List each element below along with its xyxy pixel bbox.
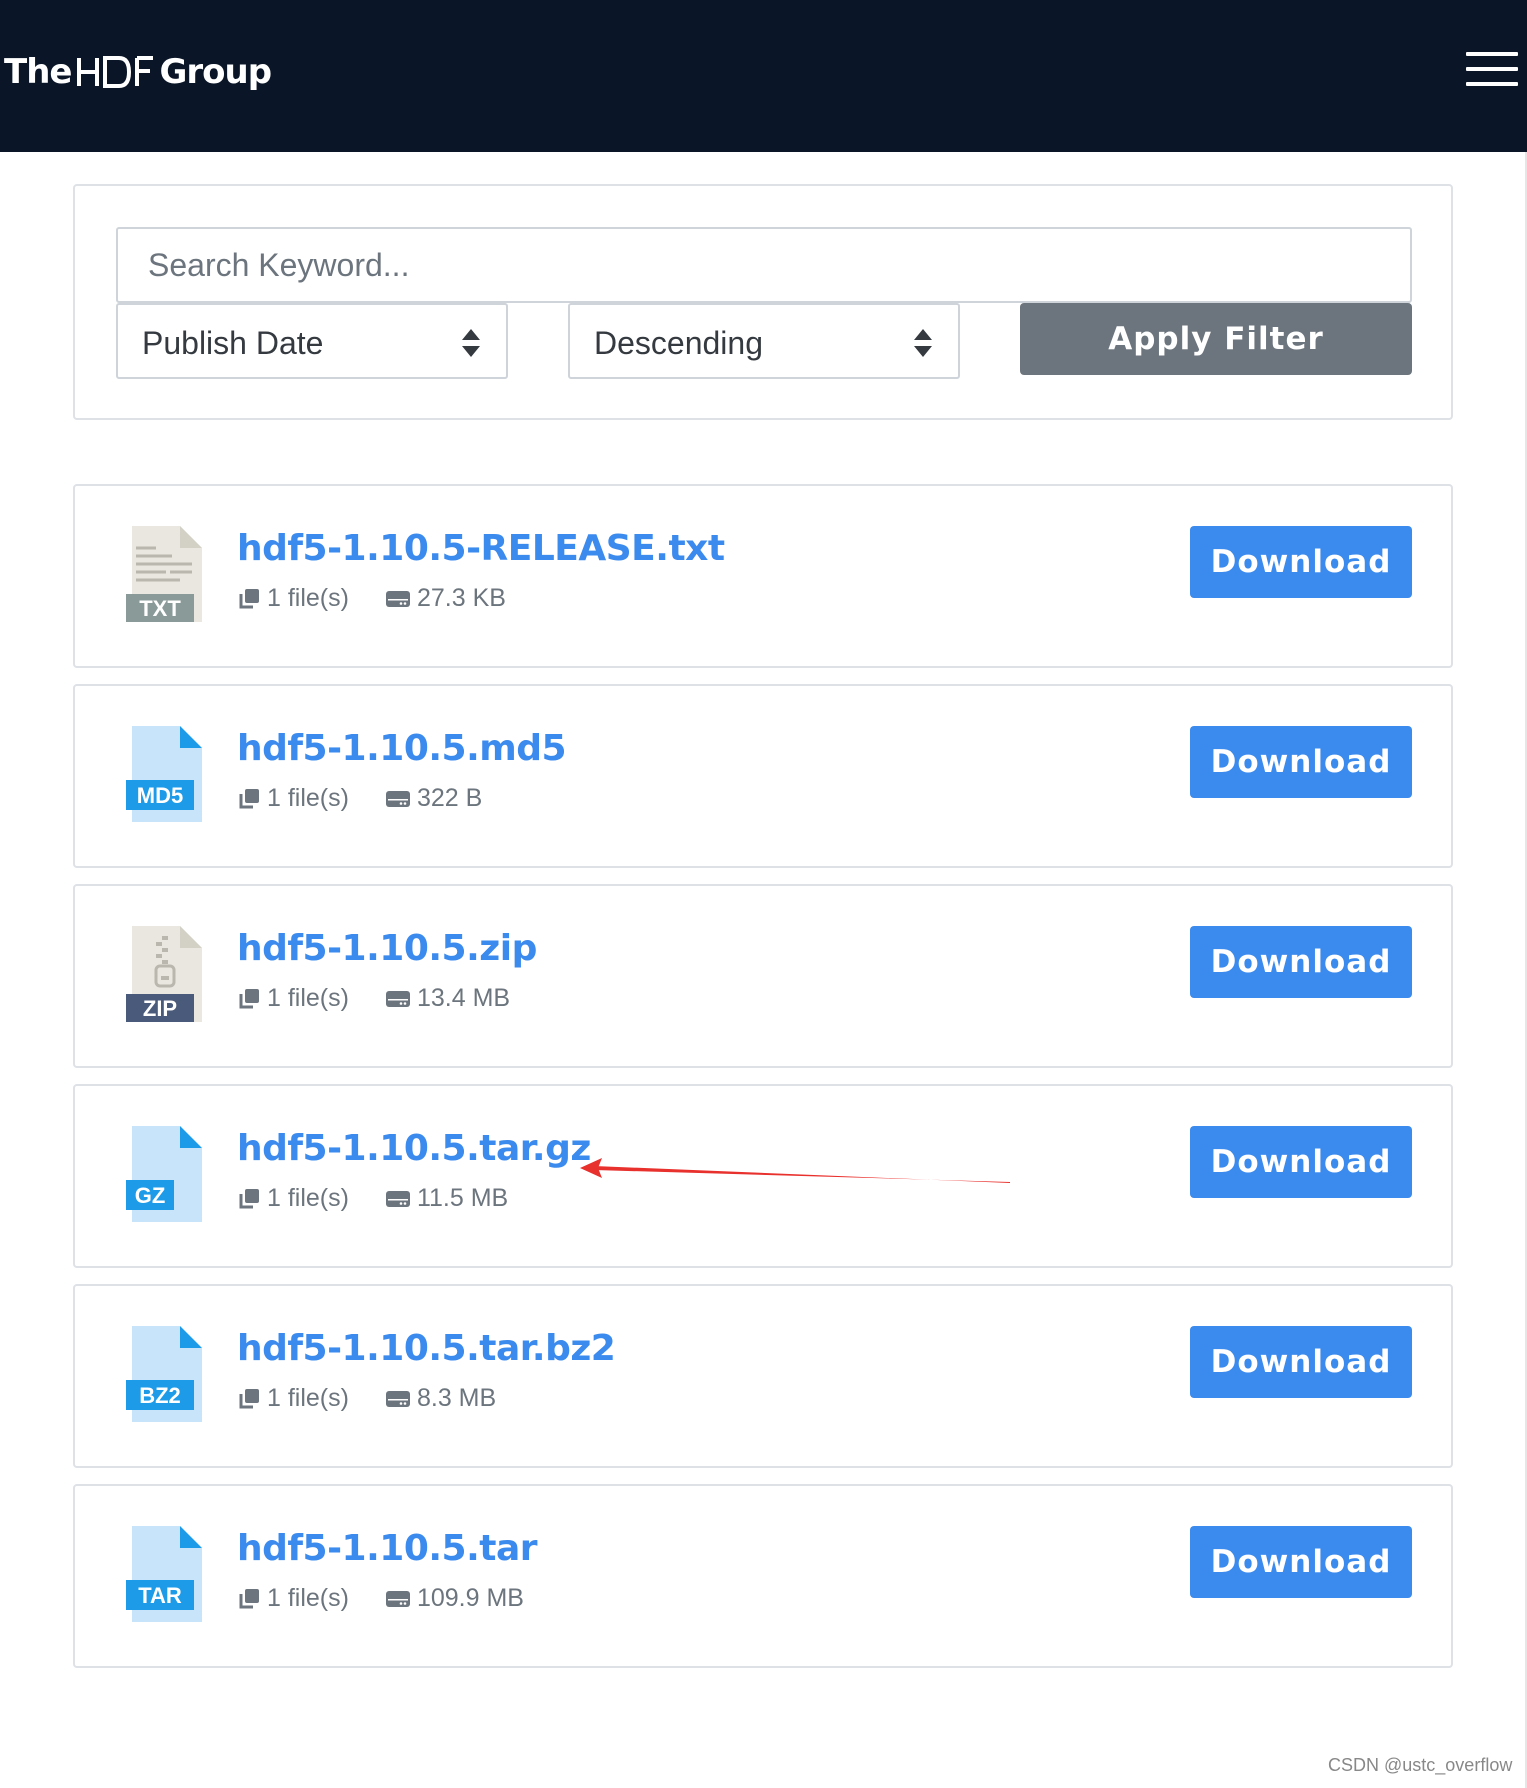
- watermark: CSDN @ustc_overflow: [1328, 1755, 1513, 1775]
- bz2-file-icon: BZ2: [126, 1326, 202, 1422]
- file-meta: 1 file(s) 322 B: [237, 784, 482, 813]
- file-count: 1 file(s): [267, 1384, 349, 1412]
- files-copy-icon: [239, 1388, 259, 1408]
- filter-panel: Publish Date Descending Apply Filter: [73, 184, 1453, 420]
- file-card: ZIP hdf5-1.10.5.zip 1 file(s) 13.4 MB Do…: [73, 884, 1453, 1068]
- zip-file-icon: ZIP: [126, 926, 202, 1022]
- logo-text-group: Group: [159, 52, 272, 92]
- hard-drive-icon: [385, 1390, 410, 1407]
- file-size: 11.5 MB: [416, 1184, 509, 1212]
- hdf-logo-mark-icon: [77, 56, 154, 88]
- file-meta: 1 file(s) 13.4 MB: [237, 984, 510, 1013]
- logo-text-the: The: [4, 52, 72, 92]
- file-meta: 1 file(s) 109.9 MB: [237, 1584, 524, 1613]
- file-card: MD5 hdf5-1.10.5.md5 1 file(s) 322 B Down…: [73, 684, 1453, 868]
- file-size: 13.4 MB: [416, 984, 511, 1012]
- download-button[interactable]: Download: [1190, 1326, 1412, 1398]
- txt-file-icon: TXT: [126, 526, 202, 622]
- hard-drive-icon: [385, 590, 410, 607]
- sort-by-select[interactable]: Publish Date: [116, 303, 508, 379]
- files-copy-icon: [239, 788, 259, 808]
- file-name-link[interactable]: hdf5-1.10.5.zip: [237, 928, 537, 969]
- file-name-link[interactable]: hdf5-1.10.5.tar.bz2: [237, 1328, 616, 1369]
- file-count: 1 file(s): [267, 584, 349, 612]
- top-navbar: The Group: [0, 0, 1527, 152]
- apply-filter-button[interactable]: Apply Filter: [1020, 303, 1412, 375]
- file-card: BZ2 hdf5-1.10.5.tar.bz2 1 file(s) 8.3 MB…: [73, 1284, 1453, 1468]
- files-copy-icon: [239, 588, 259, 608]
- files-copy-icon: [239, 988, 259, 1008]
- file-size: 109.9 MB: [416, 1584, 524, 1612]
- hard-drive-icon: [385, 990, 410, 1007]
- file-size: 8.3 MB: [416, 1384, 497, 1412]
- download-button[interactable]: Download: [1190, 726, 1412, 798]
- file-count: 1 file(s): [267, 784, 349, 812]
- download-button[interactable]: Download: [1190, 1126, 1412, 1198]
- md5-file-icon: MD5: [126, 726, 202, 822]
- file-count: 1 file(s): [267, 1584, 349, 1612]
- file-type-badge: BZ2: [139, 1383, 181, 1408]
- gz-file-icon: GZ: [126, 1126, 202, 1222]
- file-type-badge: TXT: [139, 596, 181, 621]
- select-arrows-icon: [462, 329, 480, 357]
- file-count: 1 file(s): [267, 1184, 349, 1212]
- select-arrows-icon: [914, 329, 932, 357]
- tar-file-icon: TAR: [126, 1526, 202, 1622]
- file-name-link[interactable]: hdf5-1.10.5.tar: [237, 1528, 538, 1569]
- file-name-link[interactable]: hdf5-1.10.5.md5: [237, 728, 567, 769]
- sort-by-value: Publish Date: [142, 325, 324, 361]
- file-name-link[interactable]: hdf5-1.10.5.tar.gz: [237, 1128, 591, 1169]
- order-value: Descending: [594, 325, 763, 361]
- hard-drive-icon: [385, 1590, 410, 1607]
- files-copy-icon: [239, 1188, 259, 1208]
- file-count: 1 file(s): [267, 984, 349, 1012]
- hdf-group-logo[interactable]: The Group: [4, 50, 272, 94]
- file-card: TAR hdf5-1.10.5.tar 1 file(s) 109.9 MB D…: [73, 1484, 1453, 1668]
- order-select[interactable]: Descending: [568, 303, 960, 379]
- download-button[interactable]: Download: [1190, 1526, 1412, 1598]
- download-button[interactable]: Download: [1190, 526, 1412, 598]
- download-button[interactable]: Download: [1190, 926, 1412, 998]
- search-input[interactable]: [116, 227, 1412, 303]
- file-type-badge: MD5: [137, 783, 183, 808]
- hamburger-menu-icon[interactable]: [1466, 52, 1518, 92]
- file-card: TXT hdf5-1.10.5-RELEASE.txt 1 file(s) 27…: [73, 484, 1453, 668]
- annotation-arrow-icon: [580, 1158, 1010, 1183]
- hard-drive-icon: [385, 790, 410, 807]
- file-type-badge: ZIP: [143, 996, 177, 1021]
- file-meta: 1 file(s) 8.3 MB: [237, 1384, 496, 1413]
- file-type-badge: TAR: [138, 1583, 182, 1608]
- file-meta: 1 file(s) 11.5 MB: [237, 1184, 508, 1213]
- file-size: 27.3 KB: [416, 584, 506, 612]
- hard-drive-icon: [385, 1190, 410, 1207]
- file-name-link[interactable]: hdf5-1.10.5-RELEASE.txt: [237, 528, 725, 569]
- file-meta: 1 file(s) 27.3 KB: [237, 584, 506, 613]
- files-copy-icon: [239, 1588, 259, 1608]
- file-size: 322 B: [416, 784, 483, 812]
- file-type-badge: GZ: [135, 1183, 166, 1208]
